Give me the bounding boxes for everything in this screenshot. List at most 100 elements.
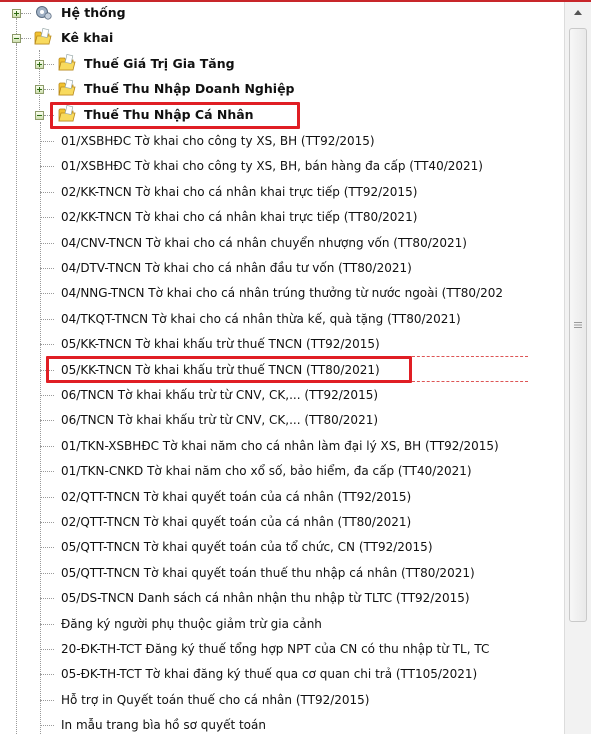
tree-connector-line xyxy=(40,674,54,676)
tree-item-label: Hỗ trợ in Quyết toán thuế cho cá nhân (T… xyxy=(61,692,370,707)
tree-connector-line xyxy=(40,344,54,346)
highlight-box xyxy=(46,355,412,383)
expand-toggle-icon[interactable] xyxy=(35,59,44,69)
tree-node-ke-khai[interactable]: Kê khai xyxy=(0,26,564,51)
tree-item[interactable]: 02/KK-TNCN Tờ khai cho cá nhân khai trực… xyxy=(0,179,564,204)
tree-item[interactable]: 06/TNCN Tờ khai khấu trừ từ CNV, CK,... … xyxy=(0,382,564,407)
folder-icon xyxy=(58,53,76,71)
tree-connector-line xyxy=(40,166,54,168)
tree-item-label: 04/TKQT-TNCN Tờ khai cho cá nhân thừa kế… xyxy=(61,311,461,326)
expand-toggle-icon[interactable] xyxy=(12,9,21,18)
tree-item-label: 05/QTT-TNCN Tờ khai quyết toán thuế thu … xyxy=(61,565,475,580)
system-gear-icon xyxy=(36,6,52,20)
tree-item[interactable]: 05/QTT-TNCN Tờ khai quyết toán của tổ ch… xyxy=(0,534,564,559)
tree-item-label: 05/KK-TNCN Tờ khai khấu trừ thuế TNCN (T… xyxy=(61,337,380,352)
tree-item[interactable]: 02/QTT-TNCN Tờ khai quyết toán của cá nh… xyxy=(0,509,564,534)
tree-item-label: 05/DS-TNCN Danh sách cá nhân nhận thu nh… xyxy=(61,591,470,606)
tree-item-selected[interactable]: 05/KK-TNCN Tờ khai khấu trừ thuế TNCN (T… xyxy=(0,355,564,383)
tree-item[interactable]: 01/XSBHĐC Tờ khai cho công ty XS, BH (TT… xyxy=(0,128,564,153)
tree-item[interactable]: 01/XSBHĐC Tờ khai cho công ty XS, BH, bá… xyxy=(0,153,564,178)
tree-item[interactable]: 05/KK-TNCN Tờ khai khấu trừ thuế TNCN (T… xyxy=(0,331,564,356)
tree-node-label: Thuế Thu Nhập Doanh Nghiệp xyxy=(84,81,295,97)
tree-connector-line xyxy=(40,268,54,269)
tree-item-label: 04/NNG-TNCN Tờ khai cho cá nhân trúng th… xyxy=(61,286,504,301)
tree-item-label: 02/KK-TNCN Tờ khai cho cá nhân khai trực… xyxy=(61,184,418,199)
vertical-scrollbar[interactable] xyxy=(564,2,591,734)
tree-node-thue-tncn[interactable]: Thuế Thu Nhập Cá Nhân xyxy=(0,101,564,129)
tree-item[interactable]: 05/QTT-TNCN Tờ khai quyết toán thuế thu … xyxy=(0,560,564,585)
tree-connector-line xyxy=(40,623,54,625)
tree-item-label: 02/QTT-TNCN Tờ khai quyết toán của cá nh… xyxy=(61,515,412,529)
tree-node-thue-gtgt[interactable]: Thuế Giá Trị Gia Tăng xyxy=(0,52,564,77)
scroll-grip-icon xyxy=(574,322,582,328)
tree-item-label: 05/QTT-TNCN Tờ khai quyết toán của tổ ch… xyxy=(61,540,433,555)
tree-connector-line xyxy=(44,89,54,91)
tree-connector-line xyxy=(40,445,54,447)
tree-item-label: 01/TKN-CNKD Tờ khai năm cho xổ số, bảo h… xyxy=(61,464,472,479)
tree-item-label: 02/KK-TNCN Tờ khai cho cá nhân khai trực… xyxy=(61,210,418,225)
tree-connector-line xyxy=(40,420,54,422)
tree-connector-line xyxy=(40,141,54,142)
tree-item[interactable]: In mẫu trang bìa hồ sơ quyết toán xyxy=(0,712,564,734)
scroll-up-arrow-icon[interactable] xyxy=(571,6,585,20)
tree-item[interactable]: 01/TKN-XSBHĐC Tờ khai năm cho cá nhân là… xyxy=(0,433,564,458)
scroll-thumb[interactable] xyxy=(569,28,587,622)
tree-item[interactable]: 02/KK-TNCN Tờ khai cho cá nhân khai trực… xyxy=(0,204,564,229)
tree-item-label: 20-ĐK-TH-TCT Đăng ký thuế tổng hợp NPT c… xyxy=(61,642,490,656)
tree-node-thue-tndn[interactable]: Thuế Thu Nhập Doanh Nghiệp xyxy=(0,77,564,102)
tree-connector-line xyxy=(40,547,54,549)
tree-node-label: Kê khai xyxy=(61,30,114,46)
tree-connector-line xyxy=(40,649,54,650)
tree-item[interactable]: Hỗ trợ in Quyết toán thuế cho cá nhân (T… xyxy=(0,687,564,712)
highlight-box xyxy=(50,101,300,129)
tree-item-label: 04/DTV-TNCN Tờ khai cho cá nhân đầu tư v… xyxy=(61,261,412,275)
tree-connector-line xyxy=(40,572,54,574)
tree-connector-line xyxy=(40,318,54,320)
tree-connector-line xyxy=(40,598,54,600)
selection-dashed-line xyxy=(412,355,528,357)
tree-item[interactable]: Đăng ký người phụ thuộc giảm trừ gia cản… xyxy=(0,611,564,636)
tree-item-label: 02/QTT-TNCN Tờ khai quyết toán của cá nh… xyxy=(61,489,412,504)
tree-item-label: 06/TNCN Tờ khai khấu trừ từ CNV, CK,... … xyxy=(61,388,379,402)
tree-connector-line xyxy=(40,191,54,193)
tax-form-tree-panel: Hệ thống Kê khai Thuế Giá Trị Gia Tăng Thuế… xyxy=(0,0,591,734)
tree-item-label: In mẫu trang bìa hồ sơ quyết toán xyxy=(61,718,266,733)
tree-item[interactable]: 04/NNG-TNCN Tờ khai cho cá nhân trúng th… xyxy=(0,280,564,305)
tree-item-label: 06/TNCN Tờ khai khấu trừ từ CNV, CK,... … xyxy=(61,413,379,428)
tree-item[interactable]: 05-ĐK-TH-TCT Tờ khai đăng ký thuế qua cơ… xyxy=(0,661,564,686)
tree-connector-line xyxy=(21,13,31,14)
tree-connector-line xyxy=(40,699,54,701)
tree-connector-line xyxy=(40,496,54,498)
tree-item-label: 01/TKN-XSBHĐC Tờ khai năm cho cá nhân là… xyxy=(61,438,499,453)
tree-item-label: 01/XSBHĐC Tờ khai cho công ty XS, BH, bá… xyxy=(61,159,483,174)
tree-item-label: 04/CNV-TNCN Tờ khai cho cá nhân chuyển n… xyxy=(61,235,467,250)
tree-connector-line xyxy=(40,395,54,396)
folder-icon xyxy=(58,79,76,96)
tree-connector-line xyxy=(40,293,54,295)
tree-connector-line xyxy=(21,38,31,40)
tree-connector-line xyxy=(40,217,54,219)
tree-item[interactable]: 04/TKQT-TNCN Tờ khai cho cá nhân thừa kế… xyxy=(0,306,564,331)
collapse-toggle-icon[interactable] xyxy=(35,110,44,120)
expand-toggle-icon[interactable] xyxy=(35,85,44,95)
tree-node-he-thong[interactable]: Hệ thống xyxy=(0,1,564,26)
folder-icon xyxy=(34,28,52,45)
tree-item[interactable]: 01/TKN-CNKD Tờ khai năm cho xổ số, bảo h… xyxy=(0,458,564,483)
tree-item[interactable]: 02/QTT-TNCN Tờ khai quyết toán của cá nh… xyxy=(0,484,564,509)
tree-connector-line xyxy=(44,63,54,65)
tree-item[interactable]: 04/CNV-TNCN Tờ khai cho cá nhân chuyển n… xyxy=(0,230,564,255)
tree-item[interactable]: 05/DS-TNCN Danh sách cá nhân nhận thu nh… xyxy=(0,585,564,610)
tree-item[interactable]: 20-ĐK-TH-TCT Đăng ký thuế tổng hợp NPT c… xyxy=(0,636,564,661)
tree-item[interactable]: 06/TNCN Tờ khai khấu trừ từ CNV, CK,... … xyxy=(0,407,564,432)
collapse-toggle-icon[interactable] xyxy=(12,34,21,44)
tree-connector-line xyxy=(40,725,54,727)
tree-connector-line xyxy=(40,242,54,244)
tree-item-label: Đăng ký người phụ thuộc giảm trừ gia cản… xyxy=(61,616,322,631)
tree-node-label: Hệ thống xyxy=(61,5,126,20)
tree-connector-line xyxy=(40,522,54,523)
tree-node-label: Thuế Giá Trị Gia Tăng xyxy=(84,55,235,71)
tree-item[interactable]: 04/DTV-TNCN Tờ khai cho cá nhân đầu tư v… xyxy=(0,255,564,280)
declaration-tree: Hệ thống Kê khai Thuế Giá Trị Gia Tăng Thuế… xyxy=(0,0,564,734)
tree-connector-line xyxy=(40,471,54,473)
tree-item-label: 01/XSBHĐC Tờ khai cho công ty XS, BH (TT… xyxy=(61,134,375,148)
